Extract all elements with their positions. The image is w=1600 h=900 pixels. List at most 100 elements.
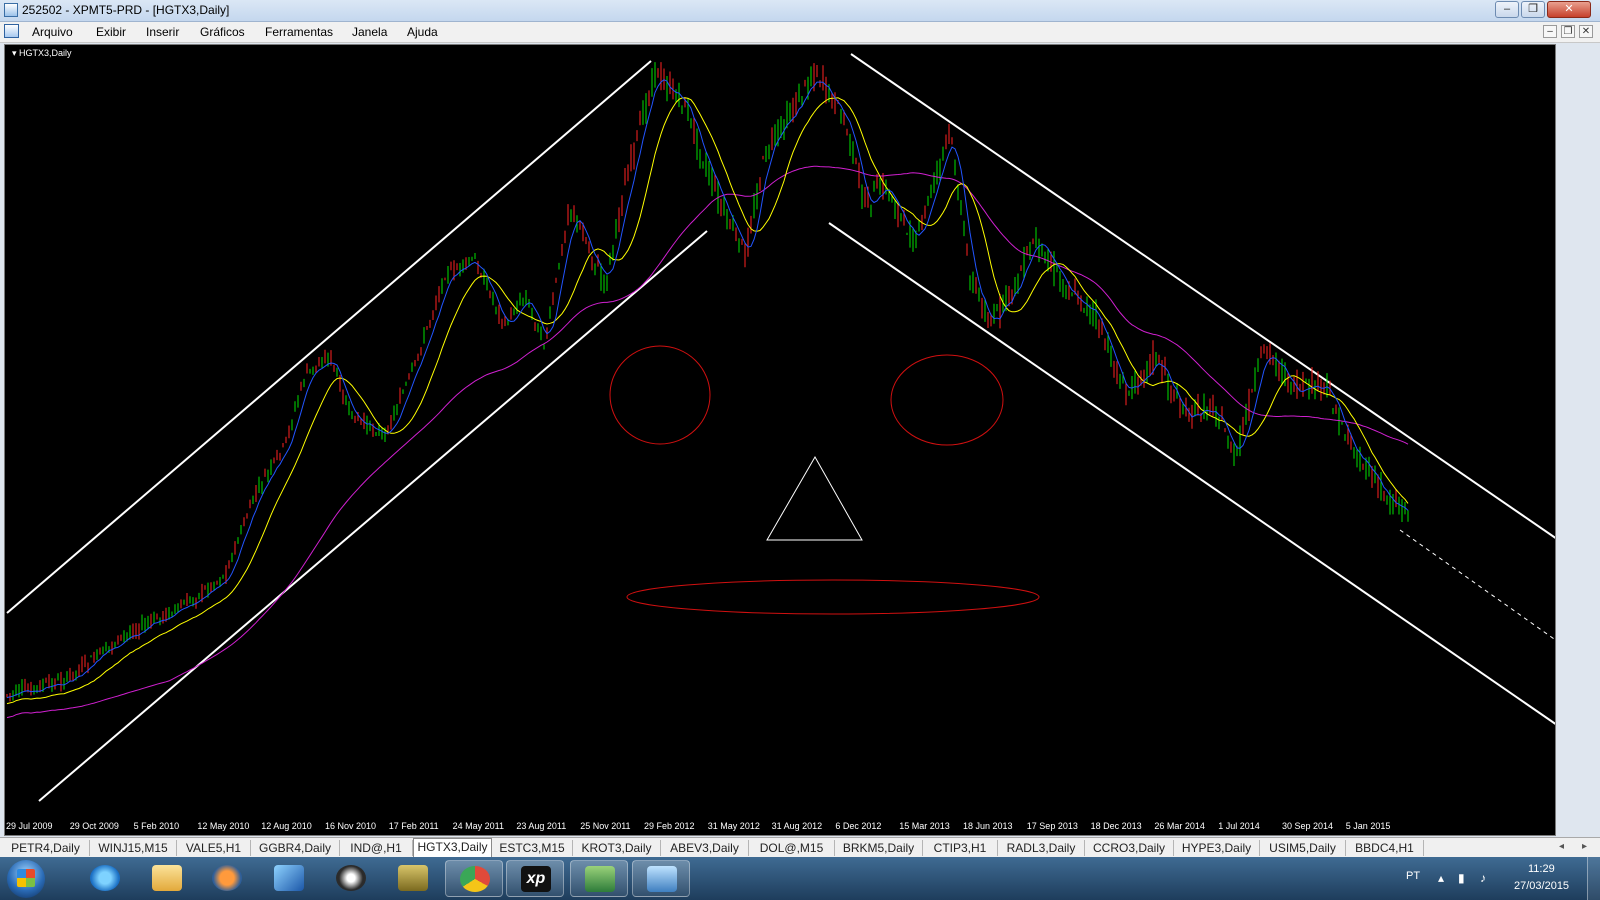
clock-date[interactable]: 27/03/2015: [1514, 880, 1569, 892]
downtrend-channel-top[interactable]: [850, 53, 1555, 539]
tab-ccro3-daily[interactable]: CCRO3,Daily: [1085, 840, 1174, 856]
chrome-taskbar-icon[interactable]: [445, 860, 503, 897]
clock-time[interactable]: 11:29: [1528, 863, 1555, 875]
folder-tools-taskbar-icon[interactable]: [384, 860, 442, 897]
menu-janela[interactable]: Janela: [352, 25, 387, 39]
left-eye-ellipse[interactable]: [609, 345, 711, 445]
tab-vale5-h1[interactable]: VALE5,H1: [177, 840, 251, 856]
uptrend-channel-top[interactable]: [6, 60, 652, 614]
cube-icon: [274, 865, 304, 891]
nose-triangle[interactable]: [766, 455, 863, 541]
uptrend-channel-bottom[interactable]: [38, 230, 708, 802]
date-tick-label: 31 May 2012: [708, 821, 760, 831]
date-tick-label: 6 Dec 2012: [835, 821, 881, 831]
tab-bbdc4-h1[interactable]: BBDC4,H1: [1346, 840, 1424, 856]
date-tick-label: 18 Dec 2013: [1091, 821, 1142, 831]
xp-taskbar-icon[interactable]: xp: [506, 860, 564, 897]
menu-ajuda[interactable]: Ajuda: [407, 25, 438, 39]
chart-canvas[interactable]: 29 Jul 2009 29 Oct 2009 5 Feb 2010 12 May 2…: [5, 45, 1555, 835]
date-tick-label: 12 Aug 2010: [261, 821, 312, 831]
window-minimize-button[interactable]: –: [1495, 1, 1519, 18]
tray-expand-icon[interactable]: ▴: [1438, 871, 1444, 885]
menu-bar: Arquivo Exibir Inserir Gráficos Ferramen…: [0, 22, 1600, 43]
date-tick-label: 29 Feb 2012: [644, 821, 695, 831]
tab-radl3-daily[interactable]: RADL3,Daily: [998, 840, 1085, 856]
date-axis: 29 Jul 2009 29 Oct 2009 5 Feb 2010 12 May 2…: [6, 821, 1390, 831]
tab-dol-m15[interactable]: DOL@,M15: [749, 840, 835, 856]
volume-icon[interactable]: ♪: [1480, 871, 1486, 885]
date-tick-label: 31 Aug 2012: [772, 821, 823, 831]
date-tick-label: 24 May 2011: [453, 821, 504, 831]
candlestick-series: [6, 62, 1409, 702]
date-tick-label: 25 Nov 2011: [580, 821, 630, 831]
tab-ggbr4-daily[interactable]: GGBR4,Daily: [251, 840, 340, 856]
show-desktop-button[interactable]: [1587, 857, 1600, 900]
tab-ctip3-h1[interactable]: CTIP3,H1: [923, 840, 998, 856]
image-viewer-icon: [647, 866, 677, 892]
tab-usim5-daily[interactable]: USIM5,Daily: [1260, 840, 1346, 856]
image-viewer-taskbar-icon[interactable]: [632, 860, 690, 897]
chrome-icon: [460, 866, 490, 892]
tab-estc3-m15[interactable]: ESTC3,M15: [492, 840, 573, 856]
menu-inserir[interactable]: Inserir: [146, 25, 179, 39]
network-icon[interactable]: ▮: [1458, 871, 1465, 885]
menu-graficos[interactable]: Gráficos: [200, 25, 245, 39]
windows-taskbar: xp PT ▴ ▮ ♪ 11:29 27/03/2015: [0, 857, 1600, 900]
chart-symbol-label: ▾ HGTX3,Daily: [12, 48, 72, 58]
mdi-restore-button[interactable]: ❐: [1561, 25, 1575, 38]
hp-icon: [336, 865, 366, 891]
date-tick-label: 30 Sep 2014: [1282, 821, 1333, 831]
date-tick-label: 17 Feb 2011: [389, 821, 439, 831]
date-tick-label: 17 Sep 2013: [1027, 821, 1078, 831]
tab-scroll-left-button[interactable]: ◂: [1559, 841, 1564, 852]
media-player-icon: [212, 865, 242, 891]
menu-arquivo[interactable]: Arquivo: [32, 25, 73, 39]
menu-exibir[interactable]: Exibir: [96, 25, 126, 39]
internet-explorer-icon: [90, 865, 120, 891]
fast-moving-average: [6, 79, 1409, 699]
right-eye-ellipse[interactable]: [890, 354, 1004, 446]
downtrend-channel-bottom[interactable]: [828, 222, 1555, 725]
tab-winj15-m15[interactable]: WINJ15,M15: [90, 840, 177, 856]
mdi-close-button[interactable]: ✕: [1579, 25, 1593, 38]
metatrader-taskbar-icon[interactable]: [570, 860, 628, 897]
folder-tools-icon: [398, 865, 428, 891]
projection-dashed-line[interactable]: [1399, 529, 1555, 641]
window-maximize-button[interactable]: ❐: [1521, 1, 1545, 18]
language-indicator[interactable]: PT: [1406, 870, 1420, 882]
date-tick-label: 29 Oct 2009: [70, 821, 119, 831]
date-tick-label: 16 Nov 2010: [325, 821, 376, 831]
menu-ferramentas[interactable]: Ferramentas: [265, 25, 333, 39]
tab-scroll-right-button[interactable]: ▸: [1582, 841, 1587, 852]
xp-logo-icon: xp: [521, 866, 551, 892]
date-tick-label: 5 Feb 2010: [134, 821, 180, 831]
date-tick-label: 23 Aug 2011: [516, 821, 566, 831]
media-player-taskbar-icon[interactable]: [198, 860, 256, 897]
slow-moving-average: [6, 165, 1409, 719]
tab-krot3-daily[interactable]: KROT3,Daily: [573, 840, 661, 856]
chart-tab-bar: PETR4,Daily WINJ15,M15 VALE5,H1 GGBR4,Daily…: [0, 837, 1600, 858]
date-tick-label: 12 May 2010: [197, 821, 249, 831]
windows-logo-icon: [17, 869, 35, 887]
tab-brkm5-daily[interactable]: BRKM5,Daily: [835, 840, 923, 856]
tab-hype3-daily[interactable]: HYPE3,Daily: [1174, 840, 1260, 856]
tab-ind-h1[interactable]: IND@,H1: [340, 840, 413, 856]
mdi-minimize-button[interactable]: –: [1543, 25, 1557, 38]
window-close-button[interactable]: ✕: [1547, 1, 1591, 18]
file-explorer-taskbar-icon[interactable]: [138, 860, 196, 897]
app-icon: [4, 3, 18, 17]
cube-app-taskbar-icon[interactable]: [260, 860, 318, 897]
date-tick-label: 15 Mar 2013: [899, 821, 950, 831]
tab-petr4-daily[interactable]: PETR4,Daily: [2, 840, 90, 856]
internet-explorer-taskbar-icon[interactable]: [76, 860, 134, 897]
window-title: 252502 - XPMT5-PRD - [HGTX3,Daily]: [22, 3, 230, 17]
folder-icon: [152, 865, 182, 891]
tab-abev3-daily[interactable]: ABEV3,Daily: [661, 840, 749, 856]
document-icon[interactable]: [4, 24, 19, 38]
mouth-ellipse[interactable]: [626, 579, 1040, 615]
hp-taskbar-icon[interactable]: [322, 860, 380, 897]
tab-hgtx3-daily[interactable]: HGTX3,Daily: [413, 838, 492, 857]
price-chart[interactable]: 29 Jul 2009 29 Oct 2009 5 Feb 2010 12 May 2…: [4, 44, 1556, 836]
date-tick-label: 5 Jan 2015: [1346, 821, 1391, 831]
start-button[interactable]: [7, 860, 45, 898]
